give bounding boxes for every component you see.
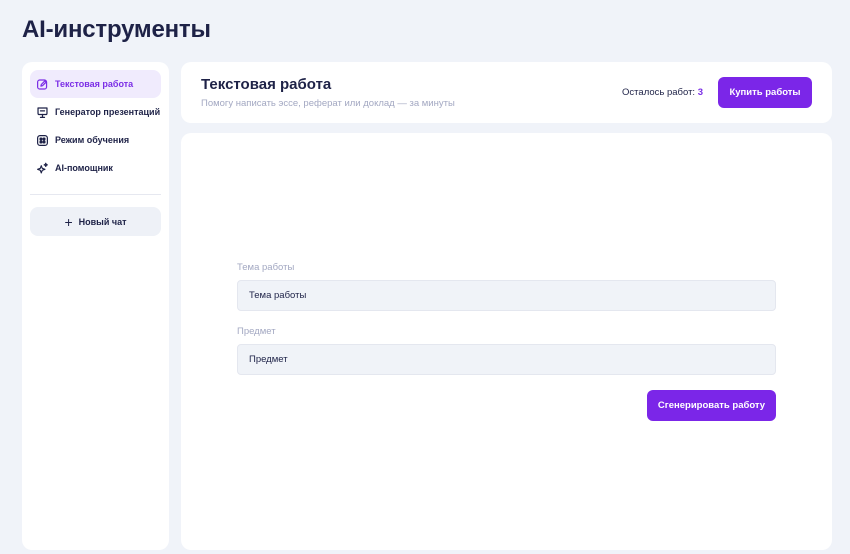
remaining-works: Осталось работ: 3 <box>622 87 703 98</box>
topic-label: Тема работы <box>237 262 295 273</box>
generate-button[interactable]: Сгенерировать работу <box>647 390 776 421</box>
page-title: AI-инструменты <box>22 16 211 43</box>
sidebar-item-label: Текстовая работа <box>55 79 134 89</box>
header-card: Текстовая работа Помогу написать эссе, р… <box>181 62 832 123</box>
subject-label: Предмет <box>237 326 276 337</box>
section-title: Текстовая работа <box>201 76 332 93</box>
form-card: Тема работы Предмет Сгенерировать работу <box>181 133 832 550</box>
sidebar-item-ai-assistant[interactable]: AI-помощник <box>30 154 161 182</box>
sidebar: Текстовая работа Генератор презентаций Р… <box>22 62 169 550</box>
presentation-icon <box>36 106 49 119</box>
sidebar-item-label: Генератор презентаций <box>55 107 161 117</box>
sidebar-divider <box>30 194 161 195</box>
new-chat-label: Новый чат <box>78 216 127 227</box>
new-chat-button[interactable]: + Новый чат <box>30 207 161 236</box>
section-subtitle: Помогу написать эссе, реферат или доклад… <box>201 98 455 109</box>
edit-document-icon <box>36 78 49 91</box>
remaining-count: 3 <box>697 87 703 98</box>
topic-input[interactable] <box>237 280 776 311</box>
sparkles-icon <box>36 162 49 175</box>
grid-book-icon <box>36 134 49 147</box>
sidebar-item-text-work[interactable]: Текстовая работа <box>30 70 161 98</box>
sidebar-item-learning-mode[interactable]: Режим обучения <box>30 126 161 154</box>
sidebar-item-label: AI-помощник <box>55 163 113 173</box>
buy-works-button[interactable]: Купить работы <box>718 77 812 108</box>
sidebar-item-label: Режим обучения <box>55 135 130 145</box>
sidebar-item-presentation-generator[interactable]: Генератор презентаций <box>30 98 161 126</box>
remaining-label: Осталось работ: <box>622 87 696 98</box>
plus-icon: + <box>64 213 73 230</box>
subject-input[interactable] <box>237 344 776 375</box>
